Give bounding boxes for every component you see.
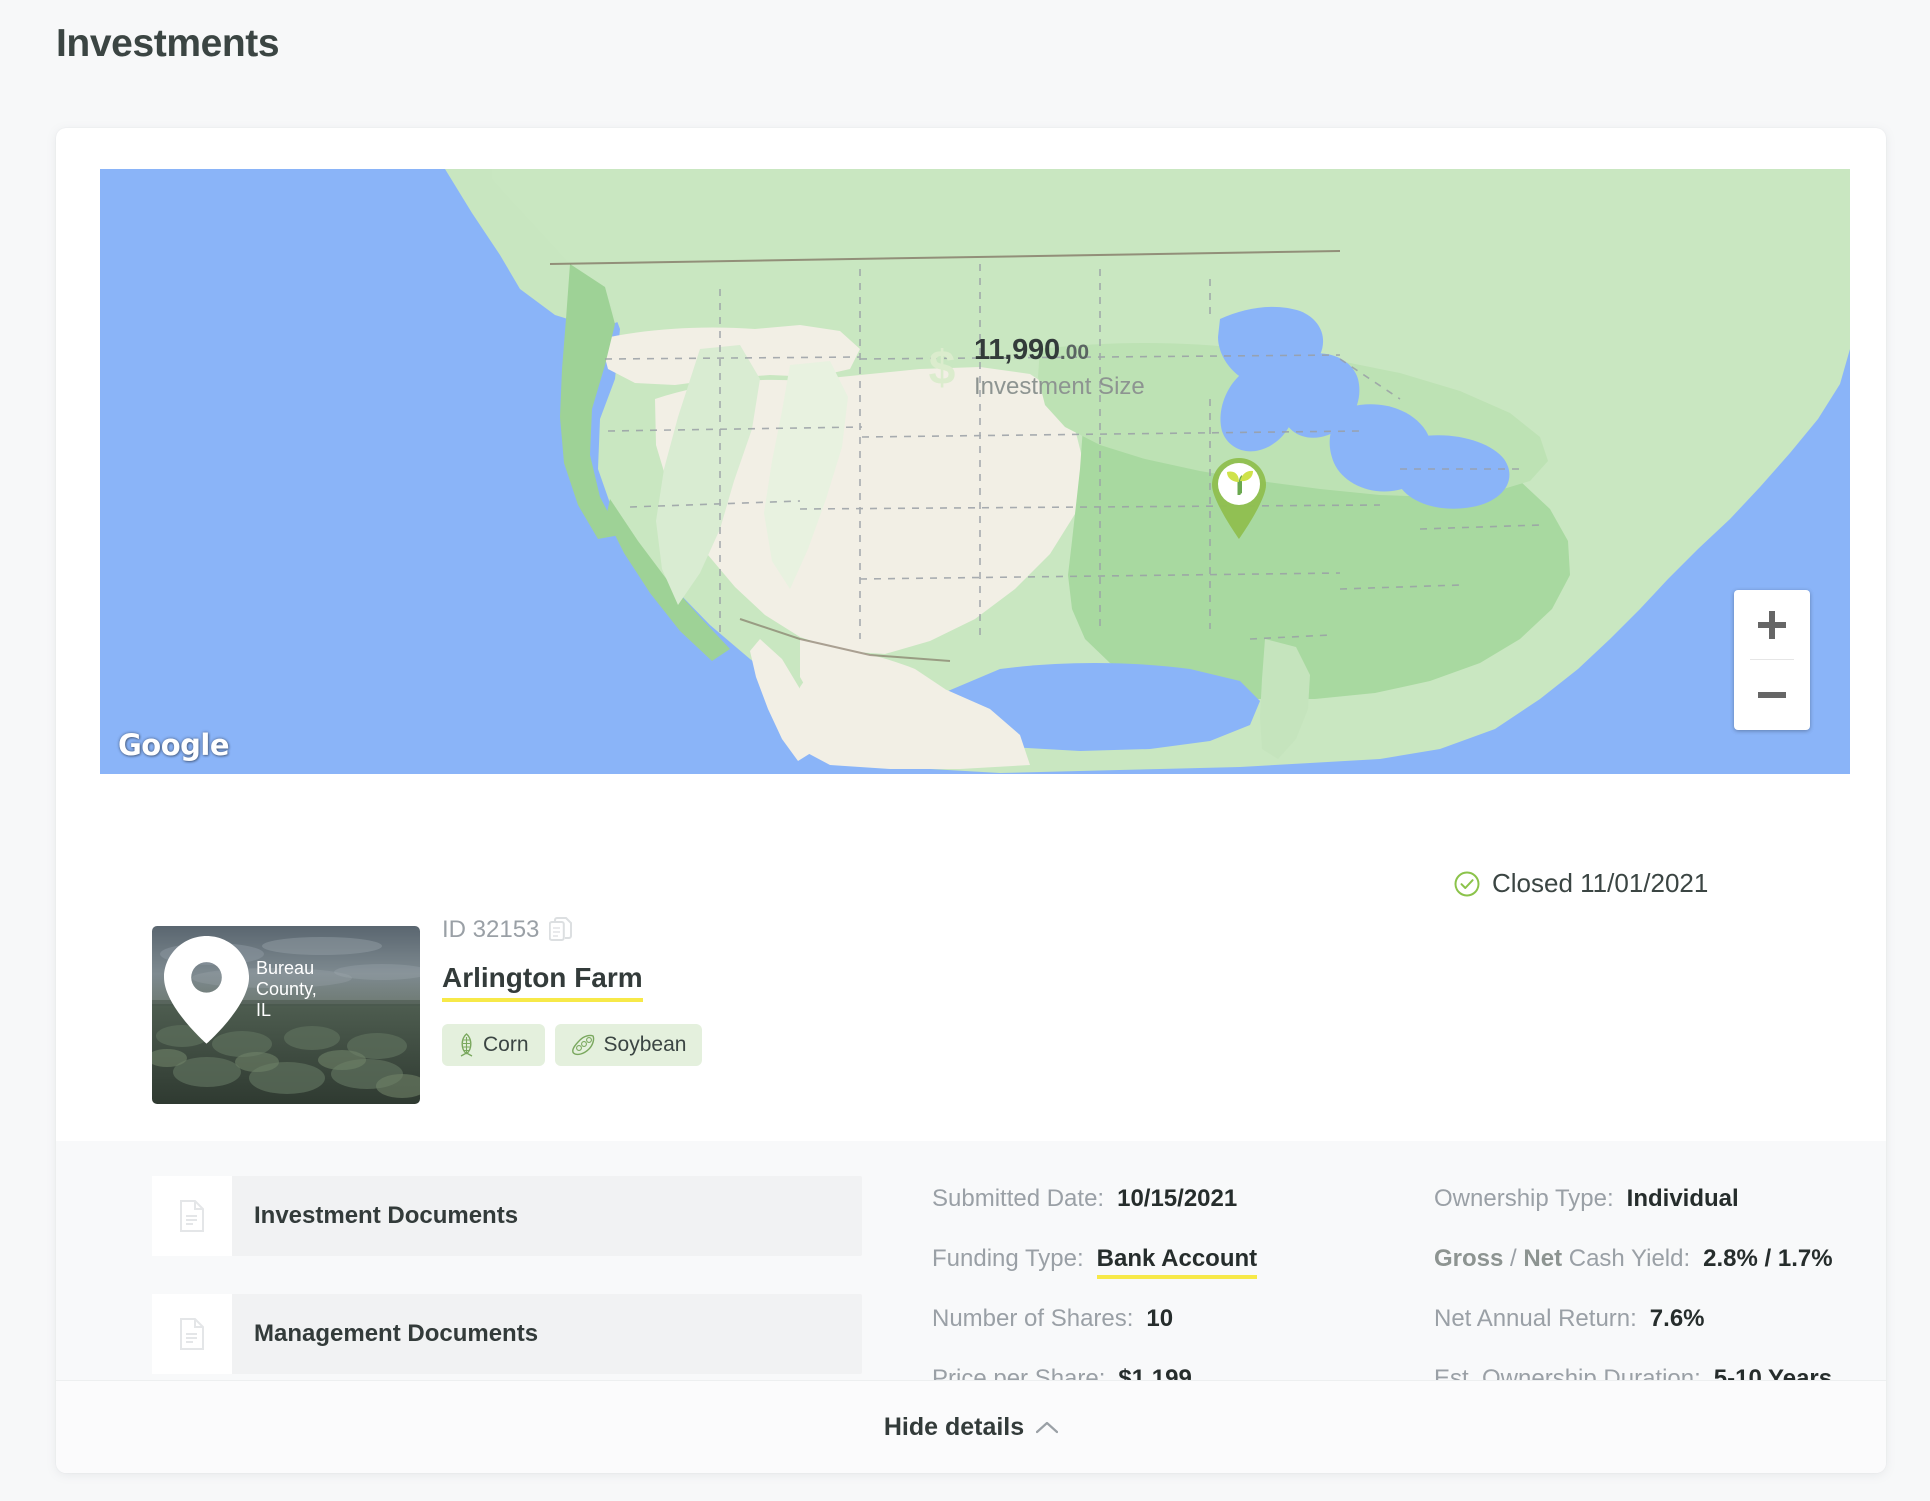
hide-details-label: Hide details — [883, 1412, 1025, 1441]
status-text: Closed 11/01/2021 — [1492, 868, 1709, 898]
field-label: Number of Shares: — [932, 1305, 1134, 1332]
svg-text:$: $ — [929, 342, 956, 394]
details-section: Investment Documents Management Document… — [56, 1141, 1886, 1473]
investment-id-label: ID 32153 — [442, 916, 540, 943]
crop-tags: Corn Soybean — [442, 1024, 703, 1066]
field-value-link[interactable]: Bank Account — [1096, 1245, 1258, 1279]
map-zoom-controls — [1734, 590, 1810, 730]
crop-tag-label: Corn — [483, 1033, 529, 1056]
investments-page: Investments Google Bureau County, IL ID … — [0, 0, 1930, 1501]
thumbnail-location-badge: Bureau County, IL — [164, 936, 330, 1044]
field-submitted-date: Submitted Date: 10/15/2021 — [932, 1185, 1257, 1218]
field-funding-type: Funding Type: Bank Account — [932, 1245, 1258, 1279]
document-label: Management Documents — [254, 1320, 539, 1347]
thumbnail-location-text: Bureau County, IL — [256, 958, 317, 1021]
crop-tag-soybean[interactable]: Soybean — [554, 1024, 703, 1066]
page-title: Investments — [56, 22, 280, 65]
field-net-annual-return: Net Annual Return: 7.6% — [1434, 1305, 1833, 1338]
document-icon — [152, 1294, 232, 1374]
investment-size-amount: 11,990.00 — [974, 334, 1090, 366]
field-value: 10/15/2021 — [1117, 1185, 1238, 1212]
farm-thumbnail[interactable]: Bureau County, IL — [152, 926, 420, 1104]
minus-icon — [1758, 691, 1786, 698]
field-label: Ownership Type: — [1434, 1185, 1614, 1212]
copy-icon[interactable] — [549, 917, 573, 943]
zoom-in-button[interactable] — [1734, 590, 1810, 659]
map-canvas — [100, 169, 1850, 774]
corn-icon — [460, 1033, 473, 1057]
map[interactable]: Google — [100, 169, 1850, 774]
document-icon — [152, 1176, 232, 1256]
investment-size-block: $ 11,990.00 Investment Size — [924, 334, 1145, 401]
check-circle-icon — [1454, 871, 1480, 896]
status-badge: Closed 11/01/2021 — [1454, 868, 1708, 899]
field-value: 7.6% — [1649, 1305, 1705, 1332]
field-value: Individual — [1626, 1185, 1739, 1212]
document-row-investment[interactable]: Investment Documents — [152, 1176, 862, 1256]
investment-size-row: $ 11,990.00 Investment Size — [924, 334, 1145, 401]
field-cash-yield: Gross / Net Cash Yield: 2.8% / 1.7% — [1434, 1245, 1833, 1278]
crop-tag-label: Soybean — [603, 1033, 687, 1056]
plus-icon — [1758, 610, 1786, 639]
location-pin-icon — [164, 936, 250, 1044]
card-footer: Hide details — [56, 1380, 1886, 1473]
soybean-icon — [571, 1034, 594, 1056]
crop-tag-corn[interactable]: Corn — [442, 1024, 545, 1066]
field-label: Net Annual Return: — [1434, 1305, 1637, 1332]
field-label: Gross / Net Cash Yield: — [1434, 1245, 1691, 1272]
field-value: 10 — [1146, 1305, 1174, 1332]
google-logo: Google — [118, 728, 230, 762]
sprout-marker-icon[interactable] — [1208, 455, 1270, 539]
field-number-of-shares: Number of Shares: 10 — [932, 1305, 1257, 1338]
investment-id-row: ID 32153 — [442, 916, 702, 944]
dollar-sign-icon: $ — [929, 342, 956, 394]
investment-card: Google Bureau County, IL ID 32153 Arling… — [56, 128, 1886, 1473]
chevron-up-icon — [1036, 1421, 1059, 1433]
investment-size-caption: Investment Size — [974, 373, 1145, 400]
field-label: Submitted Date: — [932, 1185, 1105, 1212]
hide-details-button[interactable]: Hide details — [883, 1412, 1059, 1442]
field-label: Funding Type: — [932, 1245, 1084, 1272]
document-label: Investment Documents — [254, 1202, 519, 1229]
farm-name-link[interactable]: Arlington Farm — [442, 962, 643, 1002]
investment-summary: Bureau County, IL ID 32153 Arlington Far… — [56, 774, 1886, 1119]
field-value: 2.8% / 1.7% — [1703, 1245, 1833, 1272]
document-row-management[interactable]: Management Documents — [152, 1294, 862, 1374]
zoom-out-button[interactable] — [1734, 660, 1810, 729]
field-ownership-type: Ownership Type: Individual — [1434, 1185, 1833, 1218]
investment-identity: ID 32153 Arlington Farm Corn Soybean — [442, 916, 703, 1066]
